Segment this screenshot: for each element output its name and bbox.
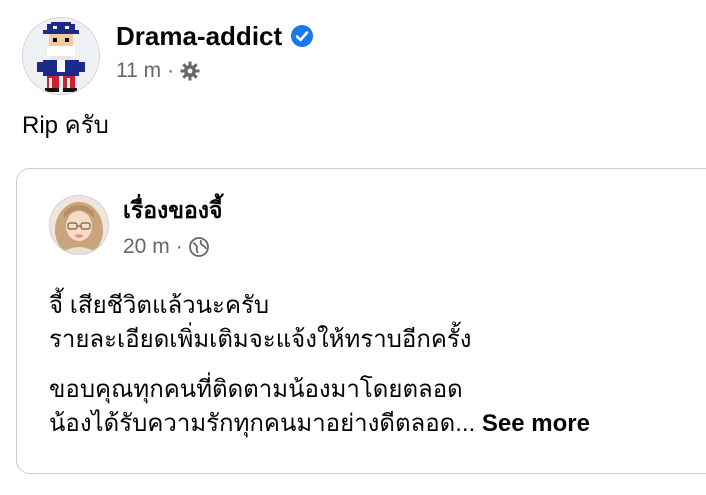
post-header: Drama-addict 11 m ·	[22, 17, 314, 95]
shared-post-card[interactable]: เรื่องของจี้ 20 m · จี้ เสียชีวิตแล้วนะค…	[16, 168, 706, 474]
shared-post-meta: เรื่องของจี้ 20 m ·	[123, 195, 223, 259]
shared-time-line: 20 m ·	[123, 235, 223, 259]
shared-post-header: เรื่องของจี้ 20 m ·	[49, 195, 223, 259]
body-line: น้องได้รับความรักทุกคนมาอย่างดีตลอด...	[49, 410, 476, 437]
body-line: จี้ เสียชีวิตแล้วนะครับ	[49, 292, 270, 319]
verified-badge-icon	[290, 24, 314, 48]
body-line: ขอบคุณทุกคนที่ติดตามน้องมาโดยตลอด	[49, 376, 463, 403]
shared-author-name[interactable]: เรื่องของจี้	[123, 195, 223, 225]
shared-post-body: จี้ เสียชีวิตแล้วนะครับ รายละเอียดเพิ่มเ…	[49, 289, 706, 441]
body-line-with-see-more: น้องได้รับความรักทุกคนมาอย่างดีตลอด... S…	[49, 407, 706, 441]
author-line: Drama-addict	[116, 19, 314, 53]
gear-icon[interactable]	[180, 61, 200, 81]
separator-dot: ·	[167, 59, 175, 82]
see-more-link[interactable]: See more	[482, 410, 590, 437]
shared-post-timestamp[interactable]: 20 m	[123, 235, 170, 259]
author-avatar[interactable]	[22, 17, 100, 95]
body-line: รายละเอียดเพิ่มเติมจะแจ้งให้ทราบอีกครั้ง	[49, 326, 472, 353]
globe-icon[interactable]	[188, 237, 209, 257]
post-text: Rip ครับ	[22, 112, 109, 139]
post-time-line: 11 m ·	[116, 59, 314, 83]
shared-author-avatar[interactable]	[49, 195, 109, 255]
separator-dot: ·	[175, 235, 183, 258]
post-timestamp[interactable]: 11 m	[116, 59, 161, 83]
profile-photo-image	[50, 196, 108, 254]
pixel-uncle-sam-avatar-image	[23, 18, 99, 94]
post-meta: Drama-addict 11 m ·	[116, 19, 314, 83]
author-name[interactable]: Drama-addict	[116, 19, 282, 53]
